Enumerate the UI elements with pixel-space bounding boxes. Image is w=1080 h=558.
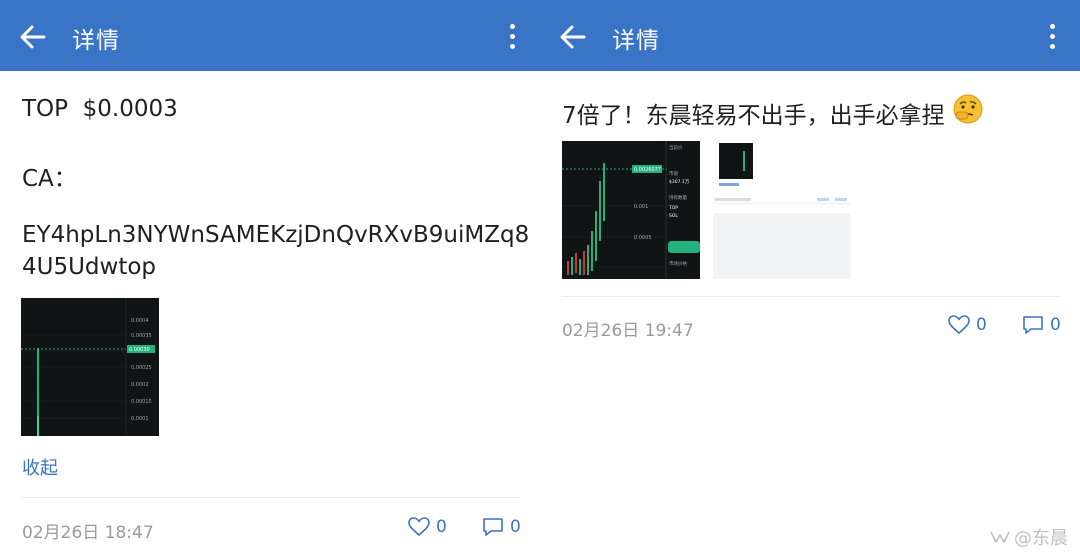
comment-icon: [483, 518, 503, 536]
back-arrow-icon[interactable]: [18, 22, 48, 52]
side-label: 当前价: [669, 144, 683, 151]
side-label: 市值: [669, 170, 678, 177]
top-app-bar: 详情: [540, 0, 1080, 71]
mini-comment: [835, 198, 847, 201]
heart-icon: [948, 315, 970, 335]
comment-count: 0: [1050, 315, 1061, 335]
post-text-contract-address: EY4hpLn3NYWnSAMEKzjDnQvRXvB9uiMZq8: [22, 222, 530, 248]
like-count: 0: [436, 517, 447, 537]
chart-screenshot-image[interactable]: 0.0004 0.00035 0.00030 0.00025 0.0002 0.…: [21, 298, 159, 436]
post-text-contract-address-end: 4U5Udwtop: [22, 254, 157, 280]
post-text-ticker: TOP $0.0003: [22, 96, 178, 122]
post-text-content: 7倍了！东晨轻易不出手，出手必拿捏: [562, 103, 945, 129]
price-chart-thumbnail: 0.0004 0.00035 0.00030 0.00025 0.0002 0.…: [21, 298, 155, 436]
chart-current-price: 0.0026077: [634, 167, 661, 173]
like-button[interactable]: 0: [948, 315, 987, 335]
side-value: TOP: [668, 205, 678, 211]
price-chart-thumbnail: 0.0026077 0.001 0.0005 当前价 市值 $307.1万 持有…: [562, 141, 700, 279]
thinking-face-emoji-icon: [953, 94, 983, 124]
page-title: 详情: [612, 28, 660, 54]
divider: [22, 497, 520, 498]
back-arrow-icon[interactable]: [558, 22, 588, 52]
mini-chart-thumbnail: [719, 143, 753, 179]
side-label: 市场价格: [669, 260, 687, 267]
mini-timestamp: [715, 198, 751, 201]
chart-tick-label: 0.0005: [634, 235, 652, 241]
more-options-icon[interactable]: [508, 24, 516, 52]
side-value: SOL: [669, 213, 678, 219]
collapse-link[interactable]: 收起: [22, 454, 58, 480]
top-app-bar: 详情: [0, 0, 540, 71]
heart-icon: [408, 517, 430, 537]
mini-link: [719, 183, 739, 186]
post-timestamp: 02月26日 18:47: [22, 523, 154, 543]
side-value: $307.1万: [669, 179, 690, 185]
chart-tick-label: 0.001: [634, 204, 648, 210]
chart-tick-label: 0.0004: [131, 318, 149, 324]
like-count: 0: [976, 315, 987, 335]
wechat-channel-icon: [990, 531, 1010, 543]
left-screenshot-panel: 详情 TOP $0.0003 CA： EY4hpLn3NYWnSAMEKzjDn…: [0, 0, 540, 558]
comment-button[interactable]: 0: [482, 517, 521, 537]
chart-tick-label: 0.0002: [131, 382, 149, 388]
page-title: 详情: [72, 28, 120, 54]
post-text: 7倍了！东晨轻易不出手，出手必拿捏: [562, 96, 945, 130]
watermark: @东晨: [990, 524, 1068, 550]
watermark-text: @东晨: [1014, 528, 1068, 549]
right-screenshot-panel: 详情 7倍了！东晨轻易不出手，出手必拿捏 0.0026077 0.001 0.0…: [540, 0, 1080, 558]
chart-tick-label: 0.00015: [131, 399, 152, 405]
mini-like: [817, 198, 829, 201]
more-options-icon[interactable]: [1048, 24, 1056, 52]
comment-button[interactable]: 0: [1022, 315, 1061, 335]
post-screenshot-image[interactable]: [713, 141, 853, 279]
chart-tick-label: 0.00025: [131, 365, 152, 371]
comment-icon: [1023, 316, 1043, 334]
post-timestamp: 02月26日 19:47: [562, 321, 694, 341]
comment-count: 0: [510, 517, 521, 537]
chart-tick-label: 0.00035: [131, 333, 152, 339]
chart-tick-label: 0.0001: [131, 416, 149, 422]
side-label: 持有数量: [669, 194, 687, 201]
mini-gray-block: [713, 213, 851, 279]
chart-screenshot-image[interactable]: 0.0026077 0.001 0.0005 当前价 市值 $307.1万 持有…: [562, 141, 700, 279]
divider: [713, 203, 851, 204]
divider: [562, 296, 1060, 297]
like-button[interactable]: 0: [408, 517, 447, 537]
post-text-ca-label: CA：: [22, 166, 77, 192]
chart-current-price: 0.00030: [129, 347, 150, 353]
